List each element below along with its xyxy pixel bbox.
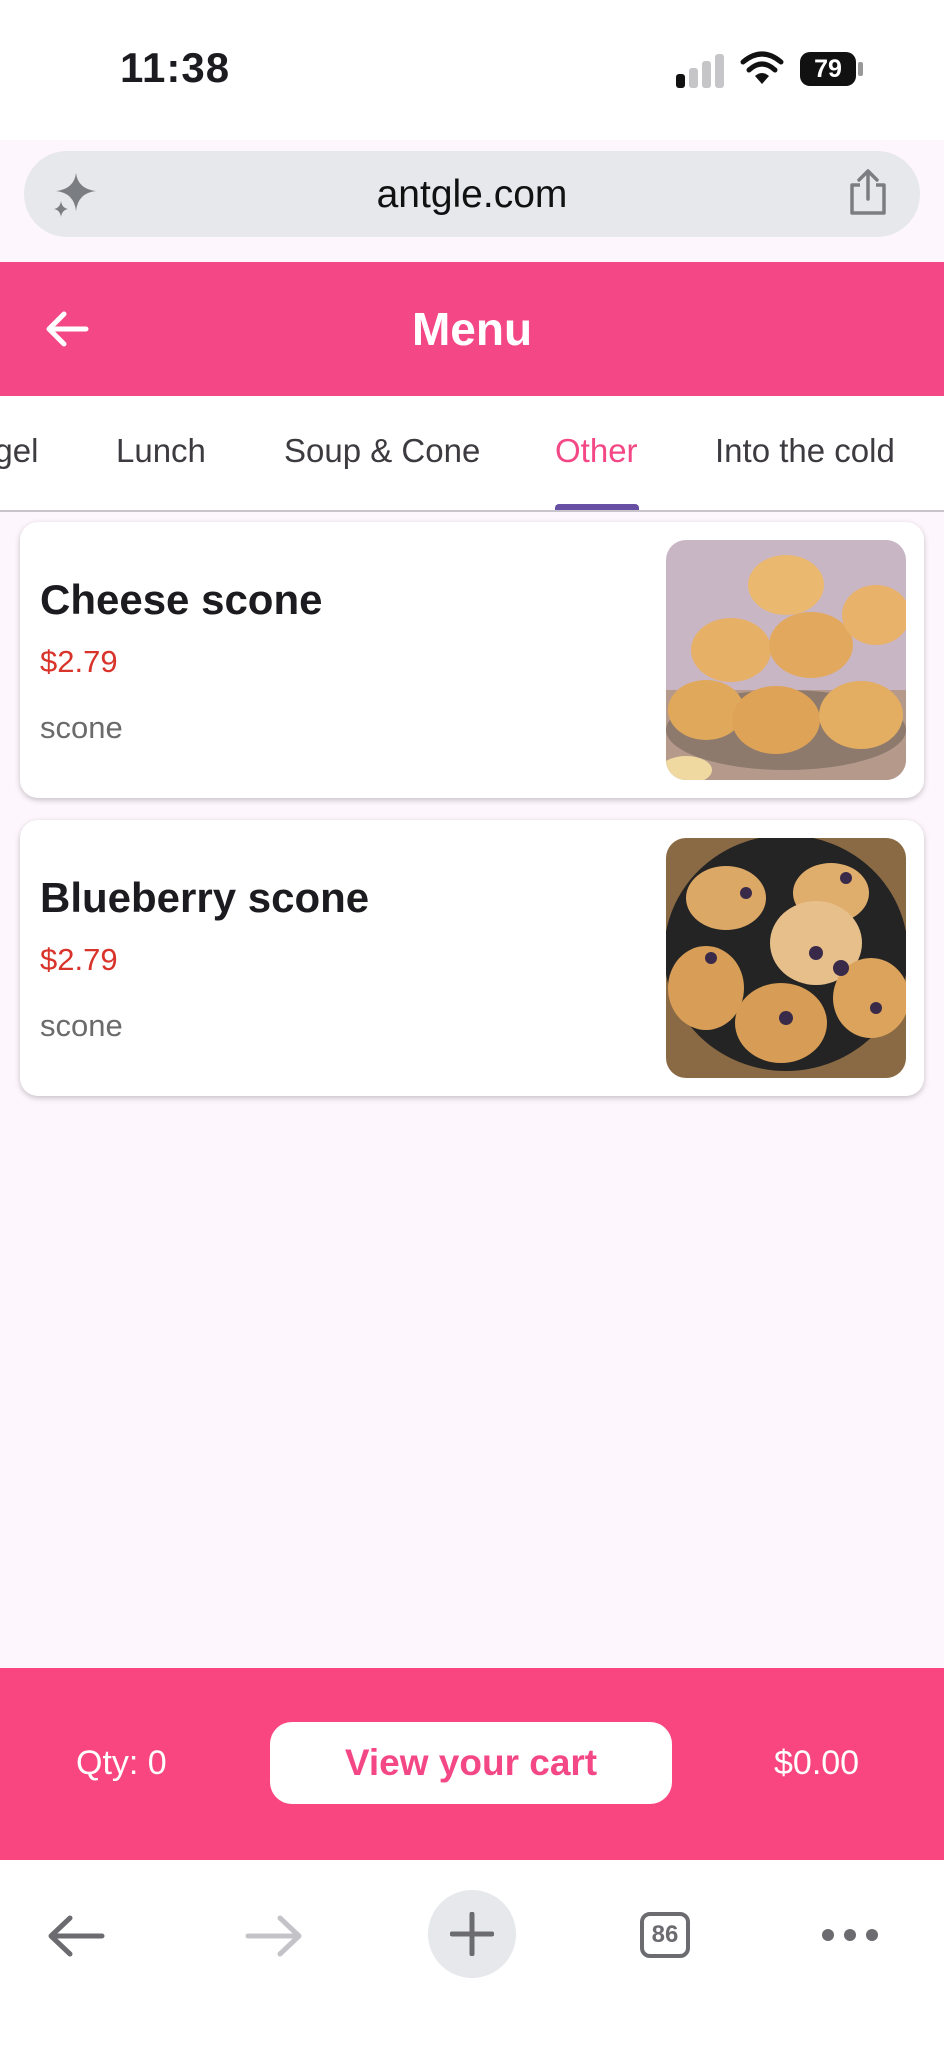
item-name: Cheese scone	[40, 576, 323, 623]
item-price: $2.79	[40, 644, 118, 679]
tab-bagel[interactable]: Bagel	[0, 432, 38, 470]
wifi-icon	[740, 51, 784, 84]
battery-icon: 79	[800, 52, 856, 86]
share-icon[interactable]	[846, 169, 890, 217]
tab-into-the-cold[interactable]: Into the cold	[715, 432, 895, 470]
status-time: 11:38	[120, 44, 231, 91]
cellular-signal-icon	[676, 52, 724, 88]
menu-item-card[interactable]: Blueberry scone $2.79 scone	[20, 820, 924, 1096]
app-header: Menu	[0, 262, 944, 396]
status-bar: 11:38 79	[0, 0, 944, 140]
item-description: scone	[40, 1008, 123, 1043]
item-price: $2.79	[40, 942, 118, 977]
cheese-scone-image	[666, 540, 906, 780]
item-description: scone	[40, 710, 123, 745]
tab-other[interactable]: Other	[555, 432, 638, 470]
new-tab-button[interactable]	[428, 1890, 516, 1978]
page-title: Menu	[411, 303, 533, 355]
category-tabs: Bagel Lunch Soup & Cone Other Into the c…	[0, 396, 944, 512]
item-name: Blueberry scone	[40, 874, 370, 921]
plus-icon	[450, 1912, 494, 1956]
active-tab-indicator	[555, 504, 639, 510]
cart-total: $0.00	[774, 1744, 860, 1782]
browser-forward-icon[interactable]	[244, 1908, 304, 1964]
cart-quantity: Qty: 0	[76, 1744, 167, 1782]
blueberry-scone-image	[666, 838, 906, 1078]
tab-count-button[interactable]: 86	[640, 1912, 690, 1958]
more-options-icon[interactable]	[820, 1920, 880, 1950]
cart-bar: Qty: 0 View your cart $0.00	[0, 1668, 944, 1860]
view-cart-button[interactable]: View your cart	[270, 1722, 672, 1804]
browser-back-icon[interactable]	[46, 1908, 106, 1964]
menu-item-card[interactable]: Cheese scone $2.79 scone	[20, 522, 924, 798]
tab-lunch[interactable]: Lunch	[116, 432, 206, 470]
battery-tip	[858, 62, 863, 76]
address-bar[interactable]: antgle.com	[24, 151, 920, 237]
tab-soup-and-cone[interactable]: Soup & Cone	[284, 432, 480, 470]
url-text[interactable]: antgle.com	[24, 173, 920, 217]
browser-toolbar: 86	[0, 1860, 944, 2048]
